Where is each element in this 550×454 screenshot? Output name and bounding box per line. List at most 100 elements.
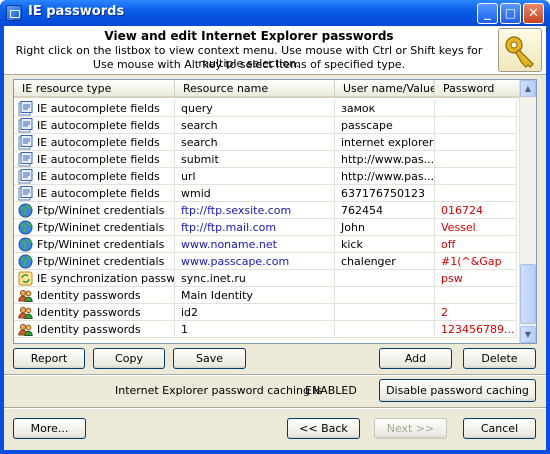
resource-type-text: Identity passwords xyxy=(37,323,141,336)
table-body: IE autocomplete fields query замок IE autoc… xyxy=(14,100,520,338)
cell-password: 016724 xyxy=(435,202,517,219)
disable-password-caching-button[interactable]: Disable password caching xyxy=(379,379,536,402)
cell-password xyxy=(435,185,517,202)
caching-status-value: ENABLED xyxy=(305,384,357,397)
resource-type-text: IE autocomplete fields xyxy=(37,187,160,200)
table-row[interactable]: IE synchronization passwo...sync.inet.ru… xyxy=(14,270,520,287)
cell-resource-type: IE synchronization passwo... xyxy=(14,270,175,287)
dialog-client-area: View and edit Internet Explorer password… xyxy=(4,26,546,450)
resource-type-text: Ftp/Wininet credentials xyxy=(37,204,165,217)
cell-resource-type: IE autocomplete fields xyxy=(14,117,175,134)
add-button[interactable]: Add xyxy=(379,348,452,369)
cell-resource-type: Ftp/Wininet credentials xyxy=(14,253,175,270)
resource-type-text: IE autocomplete fields xyxy=(37,102,160,115)
cell-resource-name: url xyxy=(175,168,335,185)
resource-type-text: Ftp/Wininet credentials xyxy=(37,255,165,268)
cell-resource-type: IE autocomplete fields xyxy=(14,151,175,168)
passwords-listbox[interactable]: IE resource type Resource name User name… xyxy=(13,79,537,344)
cell-password xyxy=(435,134,517,151)
column-header-resource-name[interactable]: Resource name xyxy=(175,80,335,98)
close-button[interactable]: ✕ xyxy=(523,3,544,24)
cell-resource-name: search xyxy=(175,117,335,134)
table-row[interactable]: IE autocomplete fields search passcape xyxy=(14,117,520,134)
ie-passwords-window: IE passwords _ □ ✕ View and edit Interne… xyxy=(0,0,550,454)
table-row[interactable]: Ftp/Wininet credentials ftp://ftp.mail.co… xyxy=(14,219,520,236)
header-title: View and edit Internet Explorer password… xyxy=(104,29,394,43)
column-header-resource-type[interactable]: IE resource type xyxy=(14,80,175,98)
autocomplete-icon xyxy=(18,135,33,150)
resource-type-text: Ftp/Wininet credentials xyxy=(37,238,165,251)
autocomplete-icon xyxy=(18,186,33,201)
resource-type-text: IE autocomplete fields xyxy=(37,119,160,132)
cell-password xyxy=(435,117,517,134)
scroll-up-arrow-icon[interactable]: ▲ xyxy=(520,80,536,97)
header-instructions-line2: Use mouse with Alt key to select items o… xyxy=(92,58,406,71)
cell-resource-name: www.noname.net xyxy=(175,236,335,253)
app-window-icon xyxy=(6,5,22,21)
cell-resource-name: sync.inet.ru xyxy=(175,270,335,287)
resource-type-text: Identity passwords xyxy=(37,289,141,302)
table-row[interactable]: Ftp/Wininet credentials www.passcape.com c… xyxy=(14,253,520,270)
back-button[interactable]: << Back xyxy=(287,418,360,439)
scroll-down-arrow-icon[interactable]: ▼ xyxy=(520,326,536,343)
separator-top xyxy=(4,374,546,376)
cell-user-name xyxy=(335,270,435,287)
minimize-button[interactable]: _ xyxy=(477,3,498,24)
vertical-scrollbar[interactable]: ▲ ▼ xyxy=(519,80,536,343)
column-header-user-name[interactable]: User name/Value xyxy=(335,80,435,98)
cell-resource-type: IE autocomplete fields xyxy=(14,185,175,202)
next-button[interactable]: Next >> xyxy=(374,418,447,439)
cell-user-name: 762454 xyxy=(335,202,435,219)
cell-resource-name: id2 xyxy=(175,304,335,321)
cell-user-name: http://www.pas... xyxy=(335,168,435,185)
cell-resource-name: wmid xyxy=(175,185,335,202)
table-row[interactable]: Ftp/Wininet credentials ftp://ftp.sexsite… xyxy=(14,202,520,219)
cell-resource-name: 1 xyxy=(175,321,335,338)
report-button[interactable]: Report xyxy=(13,348,85,369)
cell-resource-name: Main Identity xyxy=(175,287,335,304)
table-row[interactable]: IE autocomplete fields query замок xyxy=(14,100,520,117)
identity-icon xyxy=(18,322,33,337)
autocomplete-icon xyxy=(18,118,33,133)
scroll-thumb[interactable] xyxy=(520,264,536,324)
cell-user-name: http://www.pas... xyxy=(335,151,435,168)
key-icon xyxy=(498,28,542,72)
table-row[interactable]: Identity passwords id2 2 xyxy=(14,304,520,321)
cancel-button[interactable]: Cancel xyxy=(463,418,536,439)
identity-icon xyxy=(18,305,33,320)
cell-password: 2 xyxy=(435,304,517,321)
column-header-password[interactable]: Password xyxy=(435,80,520,98)
delete-button[interactable]: Delete xyxy=(463,348,536,369)
autocomplete-icon xyxy=(18,101,33,116)
more-button[interactable]: More... xyxy=(13,418,86,439)
cell-resource-type: IE autocomplete fields xyxy=(14,100,175,117)
identity-icon xyxy=(18,288,33,303)
cell-resource-type: Ftp/Wininet credentials xyxy=(14,236,175,253)
cell-user-name: 637176750123 xyxy=(335,185,435,202)
cell-resource-type: Ftp/Wininet credentials xyxy=(14,202,175,219)
resource-type-text: IE autocomplete fields xyxy=(37,136,160,149)
save-button[interactable]: Save xyxy=(173,348,246,369)
maximize-button[interactable]: □ xyxy=(500,3,521,24)
table-row[interactable]: Identity passwords 1 123456789... xyxy=(14,321,520,338)
table-row[interactable]: Identity passwords Main Identity xyxy=(14,287,520,304)
cell-resource-name: search xyxy=(175,134,335,151)
cell-user-name xyxy=(335,304,435,321)
header-panel: View and edit Internet Explorer password… xyxy=(4,26,546,75)
separator-bottom xyxy=(4,407,546,409)
cell-resource-type: IE autocomplete fields xyxy=(14,168,175,185)
table-row[interactable]: IE autocomplete fields search internet exp… xyxy=(14,134,520,151)
title-bar[interactable]: IE passwords _ □ ✕ xyxy=(0,0,550,26)
globe-icon xyxy=(18,220,33,235)
table-row[interactable]: Ftp/Wininet credentials www.noname.net kic… xyxy=(14,236,520,253)
copy-button[interactable]: Copy xyxy=(93,348,165,369)
cell-password: #1(^&Gap xyxy=(435,253,517,270)
cell-password: Vessel xyxy=(435,219,517,236)
table-row[interactable]: IE autocomplete fields url http://www.pas.… xyxy=(14,168,520,185)
table-row[interactable]: IE autocomplete fields wmid 637176750123 xyxy=(14,185,520,202)
globe-icon xyxy=(18,237,33,252)
globe-icon xyxy=(18,254,33,269)
cell-resource-type: Identity passwords xyxy=(14,287,175,304)
resource-type-text: Ftp/Wininet credentials xyxy=(37,221,165,234)
table-row[interactable]: IE autocomplete fields submit http://www.p… xyxy=(14,151,520,168)
